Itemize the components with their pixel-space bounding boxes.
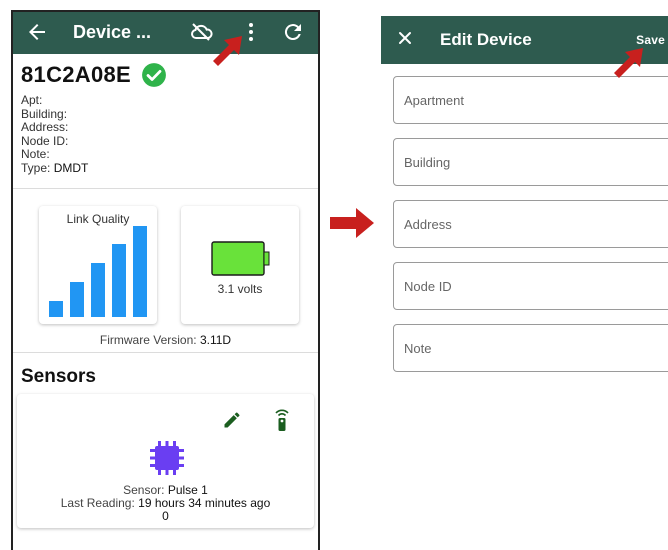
signal-bar-2 [70,282,84,317]
divider [13,188,318,189]
red-pointer-arrow-icon [614,48,643,78]
reading-value: 0 [162,509,169,523]
building-input[interactable] [394,139,668,185]
apartment-field[interactable] [393,76,668,124]
device-detail-screen: Device ... 81C2A08E Apt: Building: Addre… [11,10,320,550]
edit-device-screen: Edit Device Save [381,16,668,546]
address-input[interactable] [394,201,668,247]
note-field[interactable] [393,324,668,372]
signal-bar-5 [133,226,147,317]
device-id: 81C2A08E [21,62,132,87]
address-field[interactable] [393,200,668,248]
sensors-heading: Sensors [21,366,96,387]
signal-bars-icon [49,226,147,317]
arrow-left-icon[interactable] [25,20,49,44]
app-bar: Device ... [13,12,318,54]
check-circle-icon [142,63,166,87]
device-id-row: 81C2A08E [21,62,167,88]
red-pointer-arrow-icon [213,36,242,66]
close-icon[interactable] [395,28,415,48]
divider [13,352,318,353]
signal-bar-1 [49,301,63,317]
firmware-version: Firmware Version: 3.11D [99,333,232,347]
node-id-input[interactable] [394,263,668,309]
info-type: Type: DMDT [21,160,89,175]
note-input[interactable] [394,325,668,371]
save-button[interactable]: Save [636,33,665,47]
apartment-input[interactable] [394,77,668,123]
link-quality-card: Link Quality [39,206,157,324]
big-right-arrow-icon [330,208,374,238]
page-title: Device ... [73,22,152,42]
signal-bar-4 [112,244,126,317]
chip-icon [150,441,184,475]
battery-card: 3.1 volts [181,206,299,324]
info-address: Address: [21,120,69,135]
remote-icon[interactable] [271,408,293,432]
signal-bar-3 [91,263,105,317]
info-apt: Apt: [21,93,43,107]
info-node-id: Node ID: [21,133,69,148]
refresh-icon[interactable] [281,20,305,44]
battery-voltage: 3.1 volts [217,282,263,296]
info-building: Building: [21,106,68,121]
edit-page-title: Edit Device [440,30,532,49]
sensor-card[interactable]: Sensor: Pulse 1 Last Reading: 19 hours 3… [17,394,314,528]
building-field[interactable] [393,138,668,186]
info-note: Note: [21,147,50,162]
pencil-icon[interactable] [222,410,242,430]
node-id-field[interactable] [393,262,668,310]
device-info: Apt: Building: Address: Node ID: Note: T… [21,93,89,176]
